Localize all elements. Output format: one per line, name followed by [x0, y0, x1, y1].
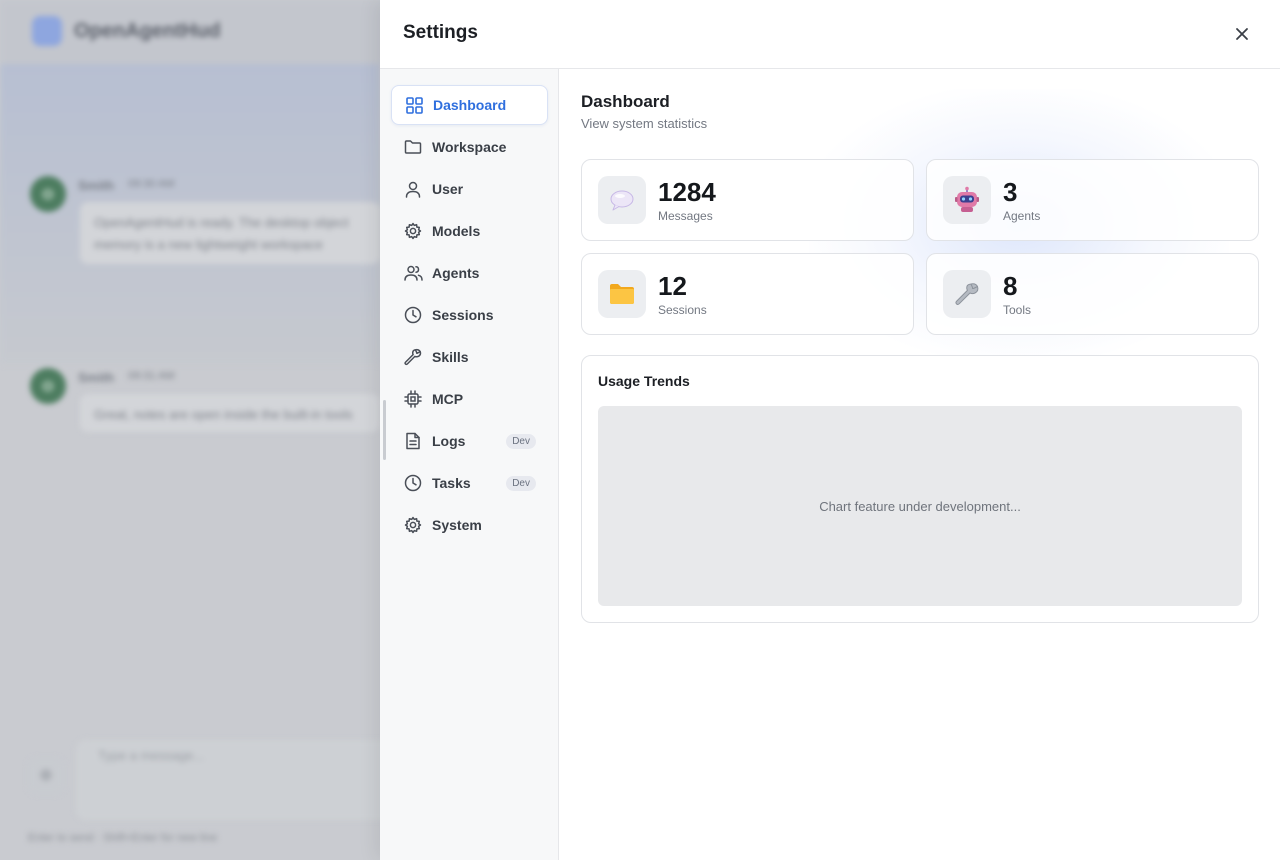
sidebar-item-label: User: [432, 181, 464, 197]
sidebar-item-label: Dashboard: [433, 97, 507, 113]
sidebar-item-label: System: [432, 517, 482, 533]
dashboard-content: Dashboard View system statistics 1284 Me…: [559, 69, 1280, 860]
page-title: Dashboard: [581, 92, 670, 111]
sidebar-scrollbar[interactable]: [383, 400, 386, 460]
sidebar-item-skills[interactable]: Skills: [391, 337, 548, 377]
sidebar-item-label: Sessions: [432, 307, 494, 323]
input-footnote: Enter to send · Shift+Enter for new line: [28, 832, 218, 844]
wrench-icon: [403, 347, 423, 367]
stat-card-messages: 1284 Messages: [581, 159, 914, 241]
stat-value: 8: [1003, 271, 1018, 301]
attach-icon: ⊕: [28, 758, 64, 794]
robot-icon: [943, 176, 991, 224]
stat-label: Agents: [1003, 209, 1041, 223]
folder-icon: [598, 270, 646, 318]
avatar: O: [30, 176, 66, 212]
stat-value: 3: [1003, 177, 1018, 207]
app-logo: [32, 16, 62, 46]
sidebar-item-tasks[interactable]: Tasks Dev: [391, 463, 548, 503]
settings-header: Settings: [380, 0, 1280, 69]
gear-icon: [403, 515, 423, 535]
sidebar-item-logs[interactable]: Logs Dev: [391, 421, 548, 461]
sidebar-item-system[interactable]: System: [391, 505, 548, 545]
sidebar-item-label: Models: [432, 223, 481, 239]
app-title: OpenAgentHud: [74, 20, 221, 42]
settings-title: Settings: [403, 22, 478, 43]
folder-icon: [403, 137, 423, 157]
sidebar-item-models[interactable]: Models: [391, 211, 548, 251]
dev-badge: Dev: [506, 433, 536, 449]
page-subtitle: View system statistics: [581, 116, 708, 131]
sidebar-item-label: Skills: [432, 349, 469, 365]
sidebar-item-sessions[interactable]: Sessions: [391, 295, 548, 335]
stat-value: 12: [658, 271, 687, 301]
chart-placeholder-text: Chart feature under development...: [819, 498, 1021, 514]
dev-badge: Dev: [506, 475, 536, 491]
user-icon: [403, 179, 423, 199]
message-author: Smith: [78, 178, 115, 193]
sidebar-item-dashboard[interactable]: Dashboard: [391, 85, 548, 125]
stat-label: Sessions: [658, 303, 707, 317]
message-time: 09:30 AM: [128, 178, 175, 190]
settings-sidebar: Dashboard Workspace User Models Agents S…: [380, 69, 559, 860]
stat-label: Messages: [658, 209, 713, 223]
sidebar-item-mcp[interactable]: MCP: [391, 379, 548, 419]
sidebar-item-workspace[interactable]: Workspace: [391, 127, 548, 167]
stat-label: Tools: [1003, 303, 1032, 317]
document-icon: [403, 431, 423, 451]
stat-card-tools: 8 Tools: [926, 253, 1259, 335]
usage-trends-card: Usage Trends Chart feature under develop…: [581, 355, 1259, 623]
chip-icon: [403, 389, 423, 409]
stat-card-sessions: 12 Sessions: [581, 253, 914, 335]
stat-value: 1284: [658, 177, 716, 207]
message-bubble: Great, notes are open inside the built-i…: [80, 394, 380, 432]
usage-trends-title: Usage Trends: [598, 373, 690, 389]
avatar: O: [30, 368, 66, 404]
sidebar-item-agents[interactable]: Agents: [391, 253, 548, 293]
grid-icon: [404, 95, 424, 115]
wrench-icon: [943, 270, 991, 318]
users-icon: [403, 263, 423, 283]
sidebar-item-label: Workspace: [432, 139, 507, 155]
sidebar-item-label: Logs: [432, 433, 466, 449]
sidebar-item-label: Agents: [432, 265, 480, 281]
message-time: 09:31 AM: [128, 370, 175, 382]
message-bubble: OpenAgentHud is ready. The desktop objec…: [80, 202, 380, 264]
clock-icon: [403, 305, 423, 325]
gear-icon: [403, 221, 423, 241]
speech-bubble-icon: [598, 176, 646, 224]
settings-panel: Settings Dashboard Workspace User Models…: [380, 0, 1280, 860]
close-icon: [1236, 28, 1248, 40]
stat-card-agents: 3 Agents: [926, 159, 1259, 241]
message-author: Smith: [78, 370, 115, 385]
sidebar-item-user[interactable]: User: [391, 169, 548, 209]
sidebar-item-label: Tasks: [432, 475, 471, 491]
sidebar-item-label: MCP: [432, 391, 464, 407]
clock-icon: [403, 473, 423, 493]
chart-placeholder-area: Chart feature under development...: [598, 406, 1242, 606]
close-button[interactable]: [1228, 20, 1256, 48]
message-input-placeholder: Type a message...: [98, 748, 205, 763]
